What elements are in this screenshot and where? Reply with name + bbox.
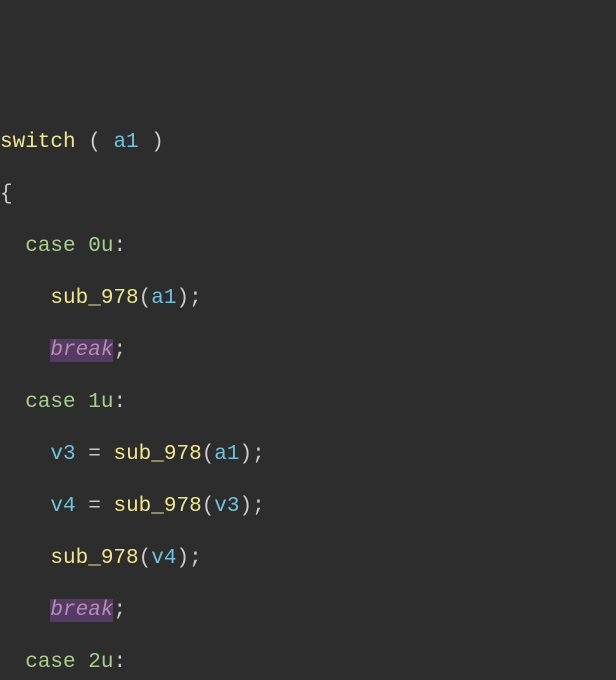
keyword-break: break	[50, 339, 113, 362]
keyword-break: break	[50, 599, 113, 622]
brace-open: {	[0, 183, 13, 206]
code-line: case 1u:	[0, 390, 616, 416]
identifier: a1	[214, 443, 239, 466]
keyword-switch: switch	[0, 131, 76, 154]
literal: 0u	[88, 235, 113, 258]
keyword-case: case	[25, 235, 75, 258]
code-line: case 2u:	[0, 650, 616, 676]
keyword-case: case	[25, 391, 75, 414]
literal: 2u	[88, 651, 113, 674]
switch-close: )	[139, 131, 164, 154]
code-line: break;	[0, 598, 616, 624]
function-name: sub_978	[113, 495, 201, 518]
code-line: sub_978(a1);	[0, 286, 616, 312]
function-name: sub_978	[50, 287, 138, 310]
function-name: sub_978	[50, 547, 138, 570]
identifier: v3	[214, 495, 239, 518]
code-line: case 0u:	[0, 234, 616, 260]
function-name: sub_978	[113, 443, 201, 466]
code-line: switch ( a1 )	[0, 130, 616, 156]
identifier: v3	[50, 443, 75, 466]
code-editor[interactable]: switch ( a1 ) { case 0u: sub_978(a1); br…	[0, 104, 616, 680]
keyword-case: case	[25, 651, 75, 674]
colon: :	[113, 235, 126, 258]
identifier: v4	[50, 495, 75, 518]
code-line: sub_978(v4);	[0, 546, 616, 572]
code-line: v3 = sub_978(a1);	[0, 442, 616, 468]
identifier: a1	[113, 131, 138, 154]
code-line: break;	[0, 338, 616, 364]
code-line: v4 = sub_978(v3);	[0, 494, 616, 520]
identifier: a1	[151, 287, 176, 310]
identifier: v4	[151, 547, 176, 570]
switch-open: (	[76, 131, 114, 154]
literal: 1u	[88, 391, 113, 414]
code-line: {	[0, 182, 616, 208]
